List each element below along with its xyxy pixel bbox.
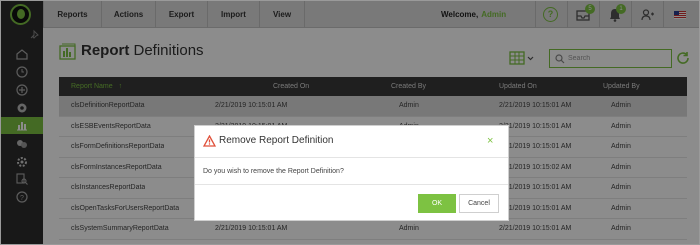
dialog-message: Do you wish to remove the Report Definit… — [203, 168, 344, 175]
cancel-button[interactable]: Cancel — [459, 194, 499, 213]
remove-confirm-dialog: Remove Report Definition × Do you wish t… — [194, 125, 509, 221]
close-icon[interactable]: × — [487, 135, 493, 147]
dialog-divider — [195, 184, 508, 185]
warning-icon — [203, 135, 216, 147]
app-window: Reports Actions Export Import View Welco… — [0, 0, 700, 245]
dialog-header: Remove Report Definition × — [195, 126, 508, 158]
ok-button[interactable]: OK — [418, 194, 456, 213]
dialog-title: Remove Report Definition — [219, 135, 334, 146]
